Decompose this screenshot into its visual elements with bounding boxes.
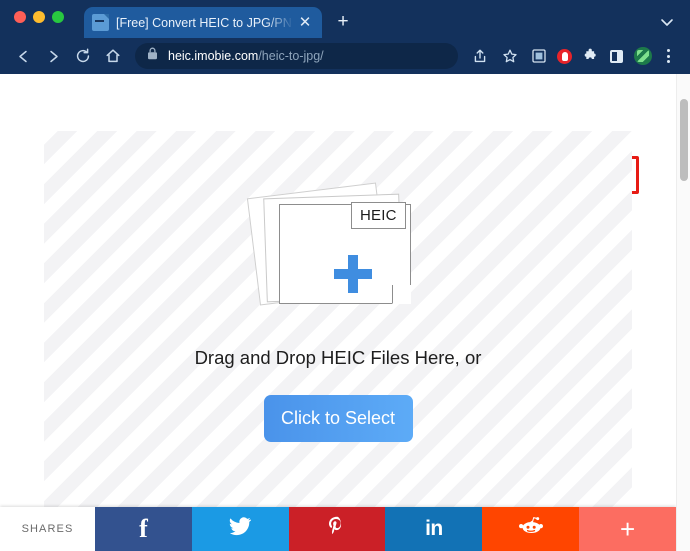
extension-icons <box>527 45 680 68</box>
tab-strip: [Free] Convert HEIC to JPG/PN ✕ + <box>0 0 690 38</box>
share-twitter-button[interactable] <box>191 507 289 551</box>
share-linkedin-button[interactable]: in <box>385 507 483 551</box>
share-reddit-button[interactable] <box>482 507 580 551</box>
url-path: /heic-to-jpg/ <box>258 49 324 63</box>
browser-menu-icon[interactable] <box>657 45 680 68</box>
address-bar[interactable]: heic.imobie.com/heic-to-jpg/ <box>135 43 458 69</box>
share-facebook-button[interactable]: f <box>95 507 192 551</box>
heic-file-illustration: HEIC <box>246 182 423 312</box>
linkedin-icon: in <box>425 517 443 540</box>
reload-icon[interactable] <box>70 43 96 69</box>
share-more-button[interactable]: + <box>579 507 676 551</box>
favicon-file-document-icon <box>92 14 109 31</box>
shares-count-label: SHARES <box>0 507 95 551</box>
home-icon[interactable] <box>100 43 126 69</box>
close-window-button[interactable] <box>14 11 26 23</box>
url-host: heic.imobie.com <box>168 49 259 63</box>
social-share-bar: SHARES f in + <box>0 507 676 551</box>
vertical-scrollbar[interactable] <box>676 74 690 551</box>
close-tab-icon[interactable]: ✕ <box>296 14 314 32</box>
browser-toolbar: heic.imobie.com/heic-to-jpg/ <box>0 38 690 74</box>
minimize-window-button[interactable] <box>33 11 45 23</box>
lock-icon <box>147 47 158 65</box>
screenshot-extension-icon[interactable] <box>527 45 550 68</box>
forward-icon[interactable] <box>40 43 66 69</box>
browser-window: [Free] Convert HEIC to JPG/PN ✕ + heic.i… <box>0 0 690 551</box>
browser-chrome: [Free] Convert HEIC to JPG/PN ✕ + heic.i… <box>0 0 690 74</box>
page-corner-fold <box>392 285 411 304</box>
click-to-select-button[interactable]: Click to Select <box>263 395 413 442</box>
back-icon[interactable] <box>10 43 36 69</box>
new-tab-button[interactable]: + <box>332 11 354 33</box>
chevron-down-icon[interactable] <box>657 12 677 32</box>
twitter-bird-icon <box>229 517 252 541</box>
reddit-alien-icon <box>518 516 543 543</box>
plus-more-icon: + <box>619 514 636 544</box>
heic-format-badge: HEIC <box>351 202 406 229</box>
profile-avatar-icon[interactable] <box>631 45 654 68</box>
tab-title: [Free] Convert HEIC to JPG/PN <box>116 15 292 30</box>
page-viewport: Format: JPG Image Quality: High <box>0 74 690 551</box>
plus-icon <box>334 255 372 293</box>
dropzone-instruction-text: Drag and Drop HEIC Files Here, or <box>194 347 482 368</box>
share-icon[interactable] <box>467 43 493 69</box>
window-controls <box>14 11 64 23</box>
file-dropzone[interactable]: HEIC Drag and Drop HEIC Files Here, or C… <box>44 131 632 507</box>
pinterest-icon <box>327 516 347 543</box>
facebook-icon: f <box>139 514 148 543</box>
url-text: heic.imobie.com/heic-to-jpg/ <box>168 49 324 63</box>
web-page: Format: JPG Image Quality: High <box>0 74 676 551</box>
share-pinterest-button[interactable] <box>288 507 386 551</box>
adblock-extension-icon[interactable] <box>553 45 576 68</box>
vertical-scrollbar-thumb[interactable] <box>680 99 688 181</box>
maximize-window-button[interactable] <box>52 11 64 23</box>
bookmark-star-icon[interactable] <box>497 43 523 69</box>
puzzle-extensions-icon[interactable] <box>579 45 602 68</box>
side-panel-icon[interactable] <box>605 45 628 68</box>
browser-tab-active[interactable]: [Free] Convert HEIC to JPG/PN ✕ <box>84 7 322 38</box>
